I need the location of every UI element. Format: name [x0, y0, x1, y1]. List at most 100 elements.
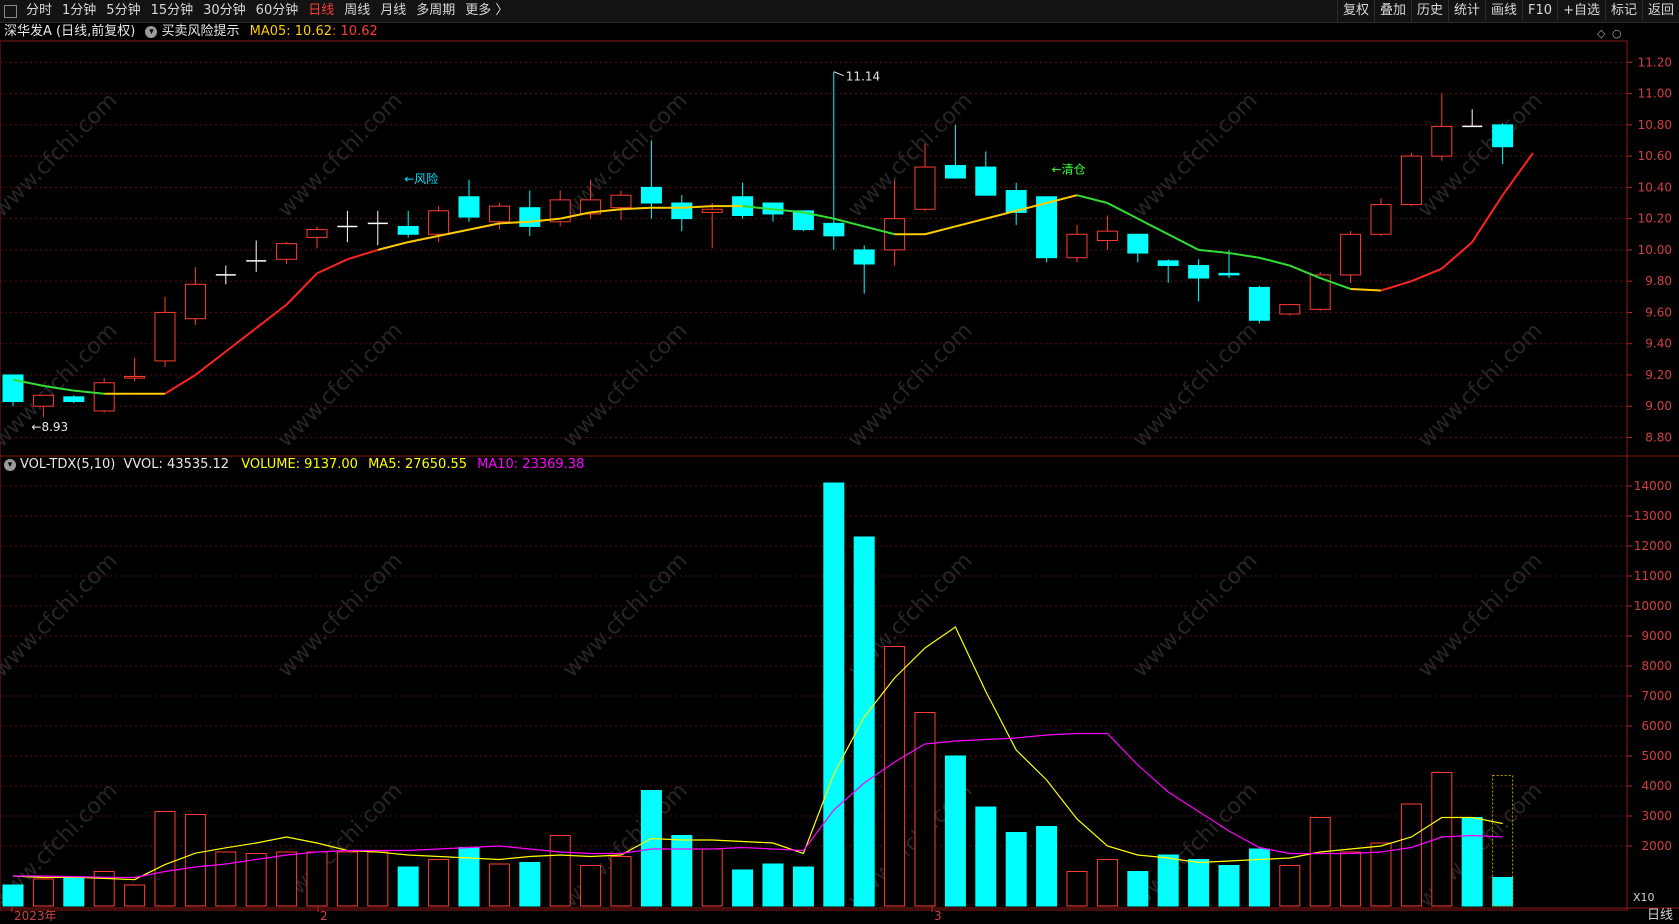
vol-indicator-name[interactable]: VOL-TDX(5,10) — [20, 457, 115, 472]
volume-bar-16 — [488, 863, 510, 907]
clear-signal-label: ←清仓 — [1052, 163, 1086, 177]
high-price-annotation: 11.14 — [846, 70, 880, 84]
price-tick-5: 9.80 — [1645, 274, 1672, 288]
ma5-segment-17 — [529, 217, 561, 223]
watermark-14: www.cfchi.com — [558, 548, 692, 682]
ma5-segment-10 — [316, 258, 348, 275]
watermark-5: www.cfchi.com — [1413, 88, 1547, 222]
toolbar-button-3[interactable]: 统计 — [1448, 0, 1485, 22]
ma5-segment-24 — [742, 205, 774, 211]
volume-bar-47 — [1431, 772, 1453, 907]
watermark-7: www.cfchi.com — [273, 318, 407, 452]
volume-bar-17 — [519, 862, 541, 907]
vol-tick-12: 14000 — [1634, 479, 1672, 493]
ma5-segment-47 — [1441, 241, 1473, 270]
x-axis-label-2: 3 — [934, 909, 942, 923]
ma5-segment-49 — [1501, 152, 1534, 196]
candle-body-14 — [428, 210, 450, 235]
indicator-name[interactable]: 买卖风险提示 — [161, 24, 239, 39]
candle-body-18 — [549, 199, 571, 223]
price-tick-2: 9.20 — [1645, 368, 1672, 382]
candle-body-49 — [1492, 124, 1514, 148]
toolbar-right-buttons: 复权 叠加 历史 统计 画线 F10 +自选 标记 返回 — [1336, 0, 1679, 22]
candle-body-2 — [63, 396, 85, 403]
vvol-value: VVOL: 43535.12 — [123, 457, 230, 472]
period-button-2[interactable]: 5分钟 — [101, 0, 145, 22]
vol-tick-8: 10000 — [1634, 599, 1672, 613]
period-button-4[interactable]: 30分钟 — [198, 0, 251, 22]
candle-body-30 — [914, 166, 936, 210]
ma5-segment-27 — [833, 217, 865, 228]
toolbar-button-5[interactable]: F10 — [1522, 0, 1557, 22]
period-button-5[interactable]: 60分钟 — [251, 0, 304, 22]
price-tick-3: 9.40 — [1645, 337, 1672, 351]
volume-bar-22 — [671, 835, 693, 907]
risk-signal-label: ←风险 — [404, 171, 438, 186]
candle-body-13 — [397, 225, 419, 235]
ma5-segment-43 — [1319, 277, 1351, 290]
low-price-annotation: ←8.93 — [31, 420, 68, 434]
toolbar-button-6[interactable]: +自选 — [1557, 0, 1605, 22]
ma5-segment-16 — [499, 220, 530, 225]
ma5-segment-33 — [1015, 202, 1047, 212]
volume-bar-14 — [428, 859, 450, 907]
candle-body-38 — [1157, 260, 1179, 267]
period-button-1[interactable]: 1分钟 — [57, 0, 101, 22]
volume-bar-28 — [853, 536, 875, 907]
watermark-10: www.cfchi.com — [1128, 318, 1262, 452]
ma5-label: MA05: 10.62 — [249, 24, 333, 39]
volume-bar-35 — [1066, 871, 1088, 907]
toolbar-button-8[interactable]: 返回 — [1641, 0, 1679, 22]
volume-bar-21 — [640, 790, 662, 907]
period-button-6[interactable]: 日线 — [303, 0, 339, 22]
volume-bar-45 — [1370, 842, 1392, 907]
period-button-10[interactable]: 更多 〉 — [460, 0, 513, 22]
high-price-pointer — [833, 71, 844, 77]
watermark-2: www.cfchi.com — [558, 88, 692, 222]
watermark-17: www.cfchi.com — [1413, 548, 1547, 682]
period-button-3[interactable]: 15分钟 — [146, 0, 199, 22]
ma5-segment-38 — [1167, 233, 1200, 251]
candle-body-24 — [732, 196, 754, 217]
volume-bar-44 — [1340, 851, 1362, 907]
vol-tick-6: 8000 — [1641, 659, 1672, 673]
ma5-segment-28 — [863, 225, 895, 236]
volume-bar-30 — [914, 712, 936, 907]
candle-body-40 — [1218, 272, 1240, 276]
price-tick-12: 11.20 — [1638, 55, 1672, 69]
period-button-8[interactable]: 月线 — [375, 0, 411, 22]
indicator-toggle-icon[interactable]: ▾ — [145, 25, 158, 38]
period-button-9[interactable]: 多周期 — [411, 0, 460, 22]
watermark-21: www.cfchi.com — [843, 778, 977, 912]
volume-bar-19 — [580, 865, 602, 907]
candle-body-43 — [1309, 274, 1331, 310]
volume-value: VOLUME: 9137.00 — [241, 457, 358, 472]
price-tick-8: 10.40 — [1638, 180, 1672, 194]
period-button-7[interactable]: 周线 — [339, 0, 375, 22]
candle-body-10 — [306, 229, 328, 238]
window-menu-icon[interactable] — [4, 4, 17, 18]
volume-bar-10 — [306, 851, 328, 907]
watermark-11: www.cfchi.com — [1413, 318, 1547, 452]
ma5-segment-6 — [194, 350, 227, 376]
toolbar-button-0[interactable]: 复权 — [1336, 0, 1374, 22]
diamond-icon: ◇ — [1597, 27, 1606, 40]
ma5-segment-7 — [225, 327, 257, 353]
toolbar-button-1[interactable]: 叠加 — [1373, 0, 1411, 22]
ma5-segment-48 — [1471, 194, 1504, 243]
period-button-0[interactable]: 分时 — [21, 0, 57, 22]
candle-body-9 — [276, 243, 298, 260]
toolbar-button-4[interactable]: 画线 — [1485, 0, 1522, 22]
volume-bar-0 — [2, 884, 24, 907]
candle-body-39 — [1188, 265, 1210, 279]
volume-legend: ▾ VOL-TDX(5,10) VVOL: 43535.12 VOLUME: 91… — [4, 456, 584, 474]
volume-bar-32 — [975, 806, 997, 907]
ma5-segment-11 — [347, 248, 379, 261]
ma5-segment-34 — [1046, 194, 1078, 204]
volume-toggle-icon[interactable]: ▾ — [4, 458, 16, 471]
volume-bar-11 — [336, 851, 358, 907]
toolbar-button-2[interactable]: 历史 — [1410, 0, 1448, 22]
toolbar-button-7[interactable]: 标记 — [1604, 0, 1642, 22]
ma5-segment-45 — [1380, 280, 1412, 292]
watermark-0: www.cfchi.com — [0, 88, 123, 222]
